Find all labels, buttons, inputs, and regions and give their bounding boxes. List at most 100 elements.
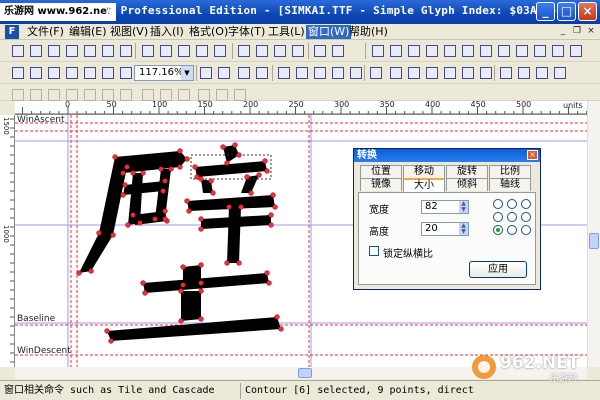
dialog-close-icon[interactable]: × — [527, 150, 538, 160]
tab-size-active[interactable]: 大小 — [403, 178, 445, 192]
measure-icon[interactable] — [460, 65, 476, 81]
tab-row1-item[interactable]: 移动 — [403, 165, 445, 178]
minimize-button[interactable]: _ — [536, 2, 555, 21]
menu-item[interactable]: 格式(O) — [187, 25, 230, 39]
folder-icon[interactable] — [100, 43, 116, 59]
anchor-radio[interactable] — [507, 225, 517, 235]
menu-item[interactable]: 插入(I) — [148, 25, 186, 39]
knife-icon[interactable] — [64, 65, 80, 81]
keep-ratio-checkbox[interactable] — [369, 246, 379, 256]
zoom-out-icon[interactable] — [118, 65, 134, 81]
tab-row1-item[interactable]: 位置 — [360, 165, 402, 178]
ellipse-icon[interactable] — [330, 65, 346, 81]
tab-row2-item[interactable]: 镜像 — [360, 178, 402, 191]
validate-icon[interactable] — [212, 43, 228, 59]
grid-icon[interactable] — [496, 43, 512, 59]
menu-item[interactable]: 工具(L) — [266, 25, 307, 39]
history-icon[interactable] — [272, 43, 288, 59]
anchor-radio[interactable] — [521, 199, 531, 209]
transform-icon[interactable] — [254, 65, 270, 81]
horizontal-scrollbar[interactable] — [15, 367, 587, 379]
undo-icon[interactable] — [236, 43, 252, 59]
distribute-icon[interactable] — [424, 65, 440, 81]
layer-icon[interactable] — [478, 43, 494, 59]
tab-row1-item[interactable]: 旋转 — [446, 165, 488, 178]
horizontal-scroll-thumb[interactable] — [298, 368, 312, 378]
rectangle-icon[interactable] — [312, 65, 328, 81]
flip-icon[interactable] — [498, 65, 514, 81]
height-input[interactable]: 20 ▲ ▼ — [421, 222, 469, 236]
guide-icon[interactable] — [442, 65, 458, 81]
width-input[interactable]: 82 ▲ ▼ — [421, 200, 469, 214]
menu-item[interactable]: 字体(T) — [226, 25, 267, 39]
glyph-icon[interactable] — [158, 43, 174, 59]
maximize-button[interactable]: □ — [557, 2, 576, 21]
table-icon[interactable] — [176, 43, 192, 59]
mdi-restore-icon[interactable]: ❐ — [571, 26, 583, 38]
select-icon[interactable] — [216, 65, 232, 81]
anchor-radio[interactable] — [507, 199, 517, 209]
guide-icon[interactable] — [514, 43, 530, 59]
brush-icon[interactable] — [294, 65, 310, 81]
anchor-radio[interactable] — [521, 212, 531, 222]
meter-icon[interactable] — [82, 65, 98, 81]
vertical-scrollbar[interactable] — [587, 101, 600, 367]
lasso-icon[interactable] — [28, 65, 44, 81]
export-icon[interactable] — [568, 43, 584, 59]
point-icon[interactable] — [424, 43, 440, 59]
menu-item[interactable]: 文件(F) — [25, 25, 66, 39]
apply-button[interactable]: 应用 — [469, 261, 527, 278]
kerning-icon[interactable] — [442, 43, 458, 59]
scale-icon[interactable] — [534, 65, 550, 81]
skew-icon[interactable] — [552, 65, 568, 81]
tab-row2-item[interactable]: 轴线 — [489, 178, 531, 191]
pointer-icon[interactable] — [10, 65, 26, 81]
copy-icon[interactable] — [64, 43, 80, 59]
close-button[interactable]: × — [578, 2, 597, 21]
menu-item[interactable]: 编辑(E) — [67, 25, 109, 39]
anchor-radio[interactable] — [493, 212, 503, 222]
tab-row1-item[interactable]: 比例 — [489, 165, 531, 178]
contour-icon[interactable] — [406, 43, 422, 59]
redo-icon[interactable] — [254, 43, 270, 59]
open-icon[interactable] — [28, 43, 44, 59]
spin-arrows-icon[interactable]: ▲ ▼ — [459, 223, 468, 235]
pen-icon[interactable] — [330, 43, 346, 59]
save-icon[interactable] — [46, 43, 62, 59]
hand-icon[interactable] — [46, 65, 62, 81]
menu-item[interactable]: 帮助(H) — [347, 25, 390, 39]
vertical-scroll-thumb[interactable] — [589, 233, 599, 249]
font-icon[interactable] — [140, 43, 156, 59]
chevron-down-icon[interactable]: ▼ — [181, 66, 193, 80]
paste-icon[interactable] — [82, 43, 98, 59]
spin-arrows-icon[interactable]: ▲ ▼ — [459, 201, 468, 213]
align-icon[interactable] — [406, 65, 422, 81]
anchor-radio-selected[interactable] — [493, 225, 503, 235]
star-icon[interactable] — [348, 65, 364, 81]
mdi-minimize-icon[interactable]: _ — [557, 26, 569, 38]
metrics-icon[interactable] — [194, 43, 210, 59]
new-file-icon[interactable] — [10, 43, 26, 59]
menu-item[interactable]: 窗口(W) — [306, 25, 352, 39]
print-icon[interactable] — [118, 43, 134, 59]
image-icon[interactable] — [276, 65, 292, 81]
zoom-in-icon[interactable] — [100, 65, 116, 81]
grid-icon[interactable] — [368, 65, 384, 81]
layer-icon[interactable] — [478, 65, 494, 81]
mdi-close-icon[interactable]: × — [585, 26, 597, 38]
fit-icon[interactable] — [198, 65, 214, 81]
preview-icon[interactable] — [532, 43, 548, 59]
snap-icon[interactable] — [388, 65, 404, 81]
script-icon[interactable] — [550, 43, 566, 59]
panel-icon[interactable] — [370, 43, 386, 59]
anchor-radio[interactable] — [493, 199, 503, 209]
hint-icon[interactable] — [460, 43, 476, 59]
rotate-icon[interactable] — [516, 65, 532, 81]
anchor-radio[interactable] — [507, 212, 517, 222]
tab-row2-item[interactable]: 倾斜 — [446, 178, 488, 191]
eraser-icon[interactable] — [312, 43, 328, 59]
menu-item[interactable]: 视图(V) — [108, 25, 150, 39]
node-icon[interactable] — [236, 65, 252, 81]
zoom-combobox[interactable]: 117.16% ▼ — [134, 65, 194, 81]
help-icon[interactable] — [290, 43, 306, 59]
